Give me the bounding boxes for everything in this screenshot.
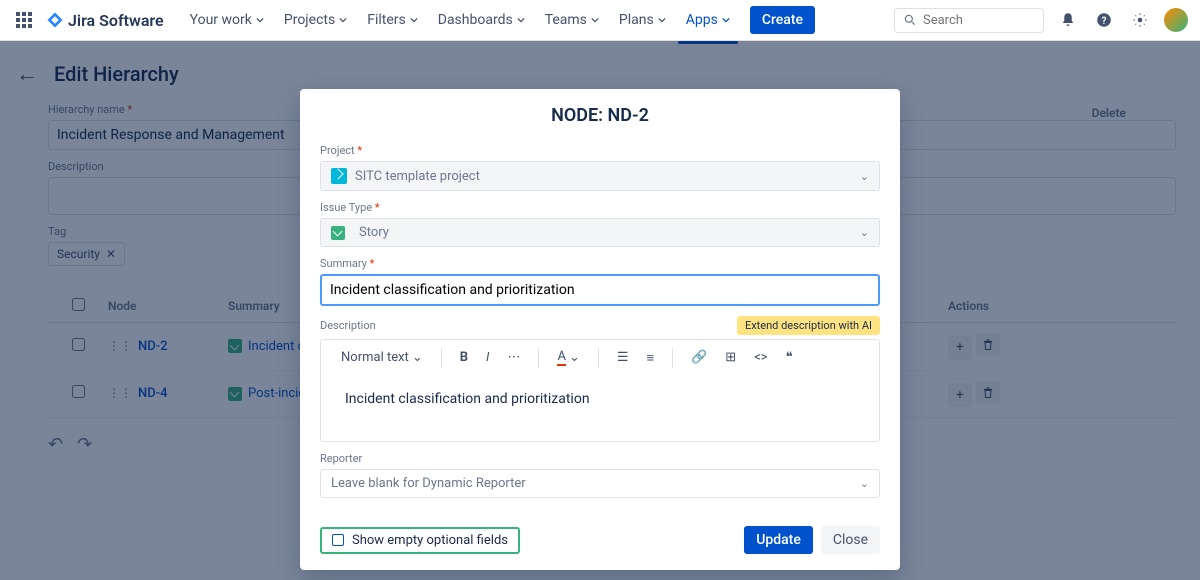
nav-your-work[interactable]: Your work [182, 6, 272, 34]
nav-dashboards[interactable]: Dashboards [430, 6, 533, 34]
bold-button[interactable]: B [454, 347, 474, 368]
top-nav: Jira Software Your work Projects Filters… [0, 0, 1200, 41]
code-button[interactable]: <> [748, 347, 773, 368]
editor-content[interactable]: Incident classification and prioritizati… [321, 375, 879, 441]
bullet-list-button[interactable]: ☰ [611, 347, 635, 368]
issue-type-select[interactable]: Story ⌄ [320, 218, 880, 247]
rich-text-editor: Normal text ⌄ B I ⋯ A ⌄ ☰ ≡ 🔗 ⊞ <> ❝ I [320, 339, 880, 442]
close-button[interactable]: Close [821, 526, 880, 554]
svg-text:?: ? [1102, 16, 1107, 27]
chevron-down-icon [256, 16, 264, 24]
chevron-down-icon: ⌄ [860, 170, 869, 183]
modal-footer: Show empty optional fields Update Close [300, 510, 900, 570]
chevron-down-icon: ⌄ [860, 477, 869, 490]
nav-filters[interactable]: Filters [359, 6, 426, 34]
jira-logo-icon [46, 11, 64, 29]
project-label: Project * [320, 144, 880, 157]
reporter-select[interactable]: Leave blank for Dynamic Reporter ⌄ [320, 469, 880, 498]
avatar[interactable] [1164, 8, 1188, 32]
reporter-label: Reporter [320, 452, 880, 465]
checkbox-icon [332, 534, 344, 546]
chevron-down-icon: ⌄ [569, 350, 580, 365]
search-field[interactable] [923, 13, 1023, 28]
notifications-icon[interactable] [1056, 8, 1080, 32]
nav-apps[interactable]: Apps [678, 6, 738, 34]
quote-button[interactable]: ❝ [780, 347, 799, 368]
description-label: Description [320, 319, 376, 332]
chevron-down-icon [339, 16, 347, 24]
summary-input[interactable] [320, 274, 880, 306]
table-button[interactable]: ⊞ [719, 347, 742, 368]
modal-overlay: NODE: ND-2 Project * SITC template proje… [0, 41, 1200, 580]
help-icon[interactable]: ? [1092, 8, 1116, 32]
text-style-dropdown[interactable]: Normal text ⌄ [335, 347, 429, 368]
project-icon [331, 168, 347, 184]
settings-icon[interactable] [1128, 8, 1152, 32]
story-icon [331, 226, 345, 240]
numbered-list-button[interactable]: ≡ [641, 347, 661, 369]
issue-type-label: Issue Type * [320, 201, 880, 214]
chevron-down-icon [517, 16, 525, 24]
node-edit-modal: NODE: ND-2 Project * SITC template proje… [300, 89, 900, 570]
chevron-down-icon [410, 16, 418, 24]
text-color-button[interactable]: A ⌄ [551, 346, 585, 369]
extend-with-ai-button[interactable]: Extend description with AI [737, 316, 880, 335]
nav-plans[interactable]: Plans [611, 6, 674, 34]
brand-text: Jira Software [68, 11, 164, 30]
chevron-down-icon [591, 16, 599, 24]
chevron-down-icon [658, 16, 666, 24]
jira-logo[interactable]: Jira Software [46, 11, 164, 30]
chevron-down-icon: ⌄ [412, 350, 423, 365]
app-switcher-icon[interactable] [12, 8, 36, 32]
more-formatting-button[interactable]: ⋯ [501, 347, 526, 368]
summary-label: Summary * [320, 257, 880, 270]
editor-toolbar: Normal text ⌄ B I ⋯ A ⌄ ☰ ≡ 🔗 ⊞ <> ❝ [321, 340, 879, 375]
link-button[interactable]: 🔗 [685, 347, 713, 368]
nav-projects[interactable]: Projects [276, 6, 355, 34]
italic-button[interactable]: I [480, 347, 495, 368]
search-icon [903, 13, 917, 27]
create-button[interactable]: Create [750, 6, 815, 34]
show-empty-fields-toggle[interactable]: Show empty optional fields [320, 527, 520, 554]
project-select[interactable]: SITC template project ⌄ [320, 161, 880, 191]
update-button[interactable]: Update [744, 526, 813, 554]
modal-title: NODE: ND-2 [320, 105, 880, 134]
nav-teams[interactable]: Teams [537, 6, 607, 34]
chevron-down-icon [722, 16, 730, 24]
chevron-down-icon: ⌄ [860, 226, 869, 239]
search-input[interactable] [894, 8, 1044, 33]
